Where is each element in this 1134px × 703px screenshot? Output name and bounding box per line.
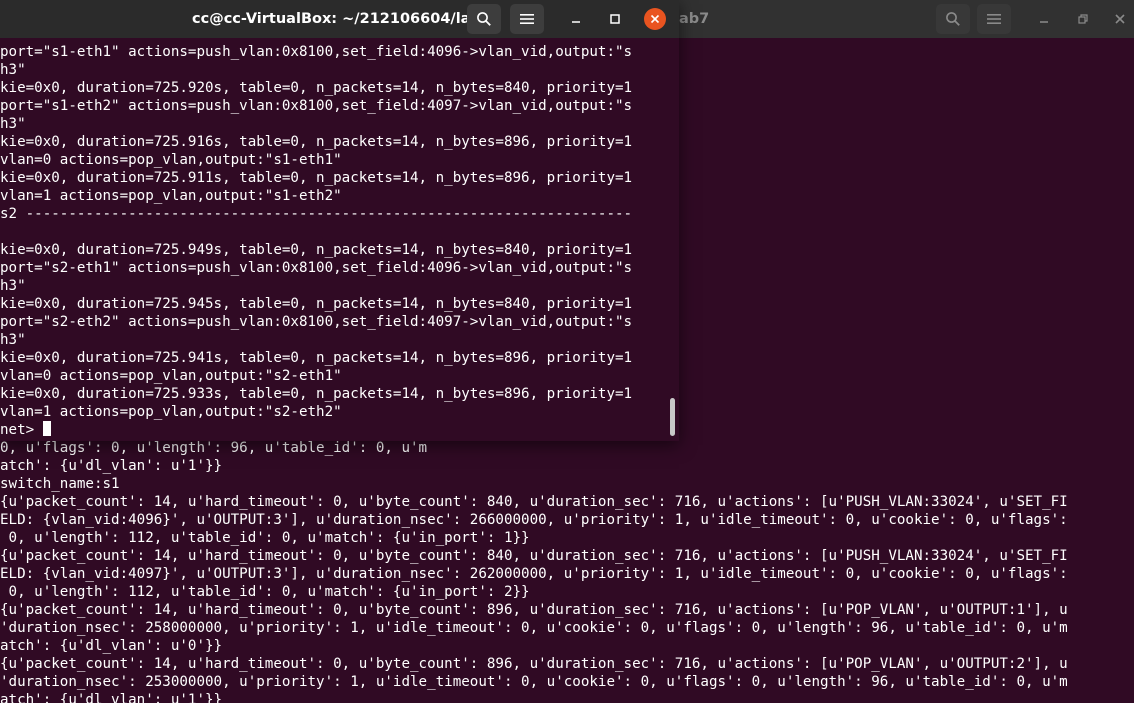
minimize-icon	[572, 21, 580, 23]
front-minimize-button[interactable]	[566, 9, 586, 29]
terminal-line: 0, u'flags': 0, u'length': 96, u'table_i…	[0, 440, 428, 456]
maximize-icon	[610, 14, 620, 24]
search-icon	[946, 12, 960, 26]
front-menu-button[interactable]	[510, 4, 544, 34]
terminal-line: kie=0x0, duration=725.933s, table=0, n_p…	[0, 386, 633, 402]
terminal-line: atch': {u'dl_vlan': u'1'}}	[0, 458, 223, 474]
text-cursor	[42, 421, 51, 436]
terminal-line: port="s1-eth1" actions=push_vlan:0x8100,…	[0, 44, 633, 60]
front-terminal-window[interactable]: cc@cc-VirtualBox: ~/212106604/lab7 port=…	[0, 0, 679, 441]
close-icon	[1115, 14, 1125, 24]
terminal-line: vlan=1 actions=pop_vlan,output:"s1-eth2"	[0, 188, 342, 204]
terminal-line: vlan=1 actions=pop_vlan,output:"s2-eth2"	[0, 404, 342, 420]
terminal-line: h3"	[0, 332, 26, 348]
restore-icon	[1078, 14, 1088, 24]
terminal-line: 0, u'length': 112, u'table_id': 0, u'mat…	[0, 530, 530, 546]
terminal-line: h3"	[0, 62, 26, 78]
terminal-line: {u'packet_count': 14, u'hard_timeout': 0…	[0, 548, 1068, 564]
back-close-button[interactable]	[1110, 9, 1130, 29]
terminal-line: kie=0x0, duration=725.949s, table=0, n_p…	[0, 242, 633, 258]
front-terminal-lines: port="s1-eth1" actions=push_vlan:0x8100,…	[0, 43, 679, 439]
back-search-button[interactable]	[936, 4, 970, 34]
terminal-line: kie=0x0, duration=725.920s, table=0, n_p…	[0, 80, 633, 96]
terminal-line: {u'packet_count': 14, u'hard_timeout': 0…	[0, 602, 1068, 618]
front-search-button[interactable]	[467, 4, 501, 34]
back-menu-button[interactable]	[977, 4, 1011, 34]
terminal-line: {u'packet_count': 14, u'hard_timeout': 0…	[0, 494, 1068, 510]
hamburger-menu-icon	[987, 14, 1001, 24]
front-close-button[interactable]	[644, 8, 666, 30]
terminal-line: kie=0x0, duration=725.916s, table=0, n_p…	[0, 134, 633, 150]
terminal-line: 0, u'length': 112, u'table_id': 0, u'mat…	[0, 584, 530, 600]
terminal-line: h3"	[0, 278, 26, 294]
terminal-line: kie=0x0, duration=725.945s, table=0, n_p…	[0, 296, 633, 312]
terminal-line: {u'packet_count': 14, u'hard_timeout': 0…	[0, 656, 1068, 672]
terminal-line: kie=0x0, duration=725.941s, table=0, n_p…	[0, 350, 633, 366]
terminal-line: s2 -------------------------------------…	[0, 206, 633, 222]
mininet-prompt: net>	[0, 422, 43, 438]
terminal-line: atch': {u'dl_vlan': u'0'}}	[0, 638, 223, 654]
front-window-titlebar[interactable]: cc@cc-VirtualBox: ~/212106604/lab7	[0, 0, 679, 38]
terminal-line: port="s2-eth2" actions=push_vlan:0x8100,…	[0, 314, 633, 330]
terminal-line: 'duration_nsec': 258000000, u'priority':…	[0, 620, 1068, 636]
back-restore-button[interactable]	[1073, 9, 1093, 29]
close-icon	[650, 14, 660, 24]
front-scrollbar-thumb[interactable]	[670, 398, 675, 436]
hamburger-menu-icon	[520, 14, 534, 24]
front-window-title: cc@cc-VirtualBox: ~/212106604/lab7	[192, 11, 491, 27]
terminal-line: vlan=0 actions=pop_vlan,output:"s1-eth1"	[0, 152, 342, 168]
terminal-line: kie=0x0, duration=725.911s, table=0, n_p…	[0, 170, 633, 186]
terminal-line: vlan=0 actions=pop_vlan,output:"s2-eth1"	[0, 368, 342, 384]
search-icon	[477, 12, 491, 26]
terminal-line: port="s2-eth1" actions=push_vlan:0x8100,…	[0, 260, 633, 276]
back-window-title: ab7	[679, 11, 710, 27]
terminal-line: port="s1-eth2" actions=push_vlan:0x8100,…	[0, 98, 633, 114]
front-terminal-output[interactable]: port="s1-eth1" actions=push_vlan:0x8100,…	[0, 38, 679, 441]
mininet-prompt-line[interactable]: net>	[0, 421, 679, 439]
terminal-line: atch': {u'dl_vlan': u'1'}}	[0, 692, 223, 703]
minimize-icon	[1040, 21, 1048, 23]
terminal-line: ELD: {vlan_vid:4097}', u'OUTPUT:3'], u'd…	[0, 566, 1068, 582]
terminal-line: switch_name:s1	[0, 476, 120, 492]
terminal-line: h3"	[0, 116, 26, 132]
back-minimize-button[interactable]	[1034, 9, 1054, 29]
terminal-line: 'duration_nsec': 253000000, u'priority':…	[0, 674, 1068, 690]
front-maximize-button[interactable]	[605, 9, 625, 29]
terminal-line: ELD: {vlan_vid:4096}', u'OUTPUT:3'], u'd…	[0, 512, 1068, 528]
